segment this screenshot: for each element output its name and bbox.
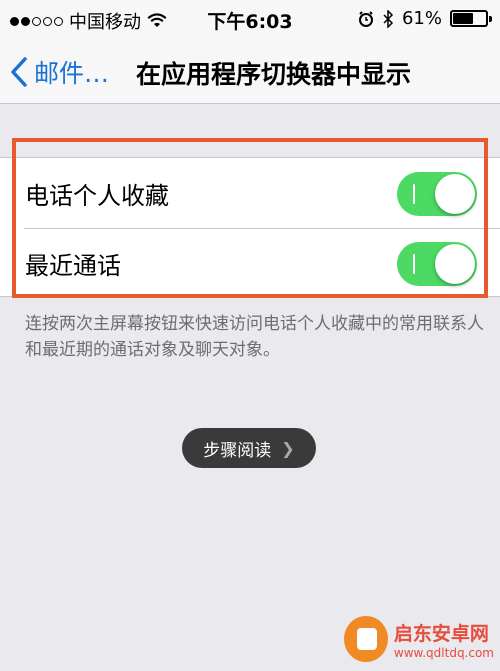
recents-toggle[interactable] xyxy=(397,242,477,286)
settings-footer-note: 连按两次主屏幕按钮来快速访问电话个人收藏中的常用联系人和最近期的通话对象及聊天对… xyxy=(25,314,484,360)
watermark-url: www.qdltdq.com xyxy=(393,645,494,660)
toggle-knob xyxy=(435,244,475,284)
toggle-on-indicator xyxy=(413,254,415,274)
watermark-text: 启东安卓网 www.qdltdq.com xyxy=(394,619,494,660)
status-right: 61% xyxy=(358,8,492,29)
status-bar: 中国移动 下午6:03 61% xyxy=(0,0,500,40)
settings-row-phone-favorites: 电话个人收藏 xyxy=(0,158,500,228)
battery-percent: 61% xyxy=(401,8,442,29)
phone-favorites-toggle[interactable] xyxy=(397,172,477,216)
battery-icon xyxy=(450,10,492,27)
step-reading-button[interactable]: 步骤阅读 ❯ xyxy=(182,428,316,468)
bluetooth-icon xyxy=(383,9,394,28)
settings-group: 电话个人收藏 最近通话 xyxy=(0,157,500,297)
site-watermark: 启东安卓网 www.qdltdq.com xyxy=(344,611,494,667)
toggle-on-indicator xyxy=(413,184,415,204)
screen: 中国移动 下午6:03 61% 邮件… 在应用程序切换器中显示 电话个人收藏 最… xyxy=(0,0,500,671)
toggle-knob xyxy=(435,174,475,214)
settings-row-recents: 最近通话 xyxy=(0,228,500,298)
back-button-label: 邮件… xyxy=(34,59,110,88)
navigation-bar: 邮件… 在应用程序切换器中显示 xyxy=(0,40,500,104)
row-label: 电话个人收藏 xyxy=(25,181,169,210)
chevron-right-icon: ❯ xyxy=(281,438,295,458)
alarm-icon xyxy=(358,10,373,27)
row-label: 最近通话 xyxy=(25,251,121,280)
page-title: 在应用程序切换器中显示 xyxy=(136,60,412,89)
chevron-left-icon xyxy=(11,57,27,87)
watermark-logo-icon xyxy=(344,616,388,662)
battery-level-fill xyxy=(453,13,473,24)
back-button[interactable]: 邮件… xyxy=(10,54,109,90)
watermark-name: 启东安卓网 xyxy=(393,622,489,645)
step-reading-label: 步骤阅读 xyxy=(203,440,272,461)
